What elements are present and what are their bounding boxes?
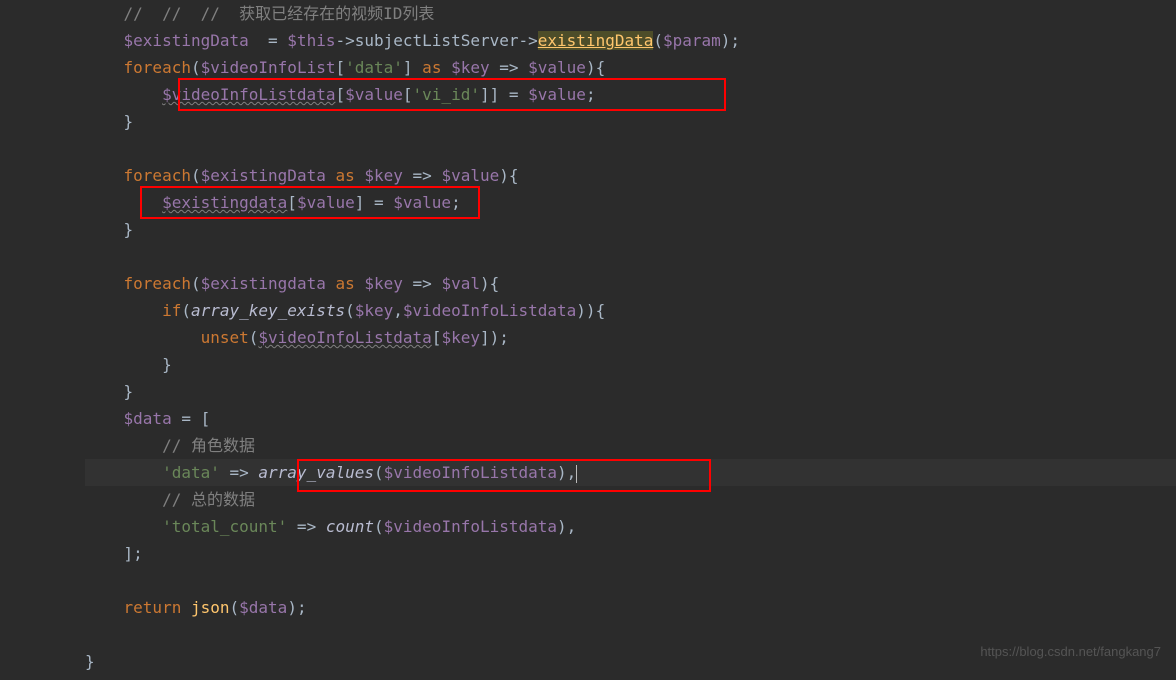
code-line (85, 567, 1176, 594)
text-cursor (576, 465, 577, 483)
method-link[interactable]: existingData (538, 31, 654, 50)
code-line: unset($videoInfoListdata[$key]); (85, 324, 1176, 351)
code-line: if(array_key_exists($key,$videoInfoListd… (85, 297, 1176, 324)
watermark-text: https://blog.csdn.net/fangkang7 (980, 638, 1161, 665)
code-line: } (85, 108, 1176, 135)
code-line: } (85, 378, 1176, 405)
code-line: 'total_count' => count($videoInfoListdat… (85, 513, 1176, 540)
code-line: } (85, 351, 1176, 378)
code-line: $videoInfoListdata[$value['vi_id']] = $v… (85, 81, 1176, 108)
code-line: foreach($existingdata as $key => $val){ (85, 270, 1176, 297)
code-line: $data = [ (85, 405, 1176, 432)
code-line: $existingdata[$value] = $value; (85, 189, 1176, 216)
code-editor[interactable]: // // // 获取已经存在的视频ID列表 $existingData = $… (0, 0, 1176, 675)
code-line: } (85, 216, 1176, 243)
code-line: // // // 获取已经存在的视频ID列表 (85, 0, 1176, 27)
code-line: // 角色数据 (85, 432, 1176, 459)
code-line: foreach($existingData as $key => $value)… (85, 162, 1176, 189)
code-line: return json($data); (85, 594, 1176, 621)
code-line-current: 'data' => array_values($videoInfoListdat… (85, 459, 1176, 486)
code-line (85, 243, 1176, 270)
code-line: ]; (85, 540, 1176, 567)
comment-text: // // // 获取已经存在的视频ID列表 (124, 4, 435, 23)
code-line: $existingData = $this->subjectListServer… (85, 27, 1176, 54)
code-line (85, 135, 1176, 162)
code-line: foreach($videoInfoList['data'] as $key =… (85, 54, 1176, 81)
code-line: // 总的数据 (85, 486, 1176, 513)
